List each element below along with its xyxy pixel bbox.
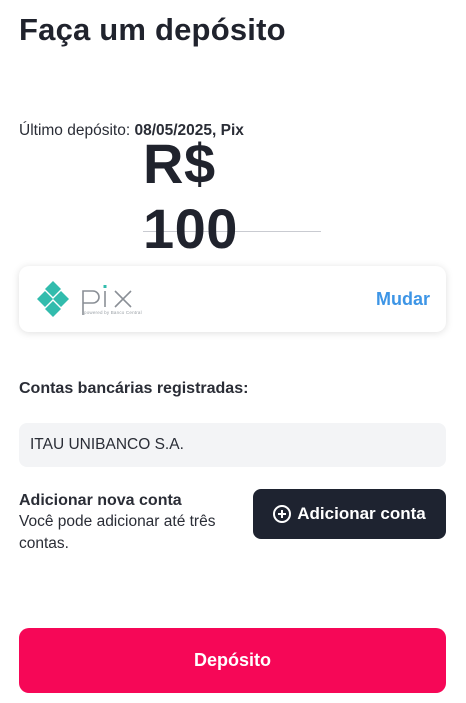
amount-field[interactable]: R$ 100: [143, 132, 321, 260]
page-title: Faça um depósito: [19, 12, 286, 47]
add-account-button-label: Adicionar conta: [297, 504, 426, 523]
deposit-button[interactable]: Depósito: [19, 628, 446, 693]
plus-circle-icon: [273, 505, 292, 523]
bank-accounts-label: Contas bancárias registradas:: [19, 380, 249, 397]
payment-method-card[interactable]: powered by Banco Central Mudar: [19, 266, 446, 332]
change-method-link[interactable]: Mudar: [376, 289, 430, 310]
add-account-description: Você pode adicionar até três contas.: [19, 513, 216, 552]
pix-logo: powered by Banco Central: [35, 274, 147, 324]
pix-subtitle: powered by Banco Central: [84, 310, 142, 315]
last-deposit-label: Último depósito:: [19, 122, 131, 139]
add-account-info: Adicionar nova conta Você pode adicionar…: [19, 491, 249, 555]
add-account-title: Adicionar nova conta: [19, 492, 182, 509]
bank-account-item[interactable]: ITAU UNIBANCO S.A.: [19, 423, 446, 467]
amount-value: R$ 100: [143, 131, 238, 260]
add-account-button[interactable]: Adicionar conta: [253, 489, 446, 539]
